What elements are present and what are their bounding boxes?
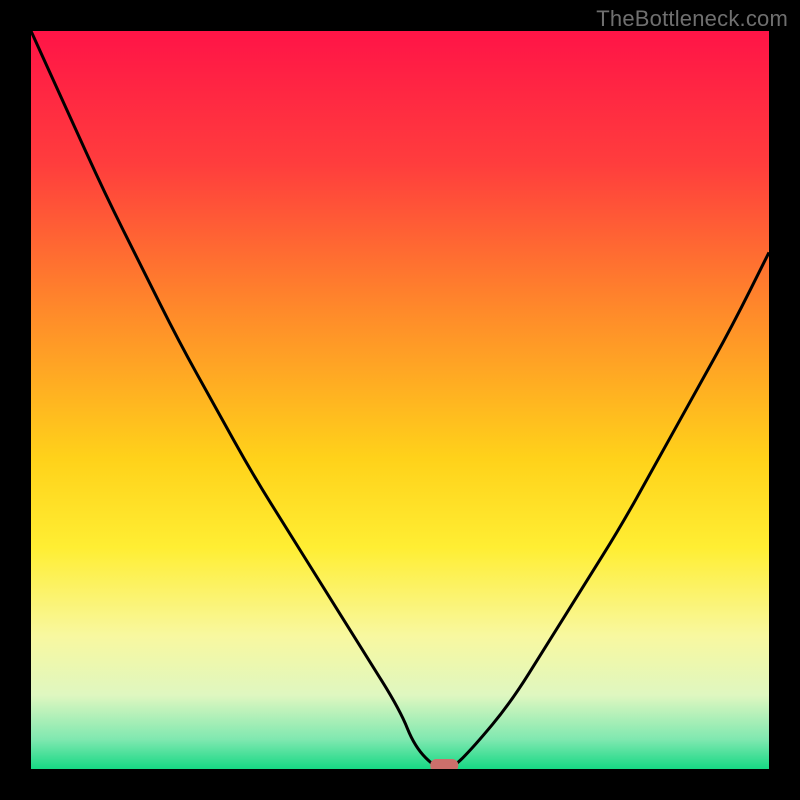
watermark-text: TheBottleneck.com	[596, 6, 788, 32]
chart-area	[31, 31, 769, 769]
optimum-marker	[430, 759, 458, 769]
chart-svg	[31, 31, 769, 769]
chart-background-gradient	[31, 31, 769, 769]
